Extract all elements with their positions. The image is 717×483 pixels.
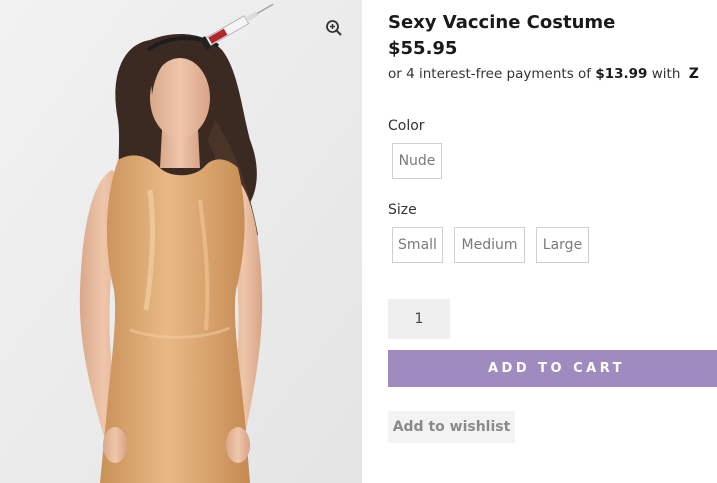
installment-prefix: or 4 interest-free payments of [388, 66, 592, 82]
installment-suffix: with [651, 66, 681, 82]
product-details: Sexy Vaccine Costume $55.95 or 4 interes… [388, 0, 717, 483]
size-option-large[interactable]: Large [536, 227, 589, 263]
payment-provider-logo[interactable]: Z [689, 66, 699, 82]
product-title: Sexy Vaccine Costume [388, 12, 616, 33]
zoom-button[interactable] [318, 12, 350, 44]
add-to-cart-button[interactable]: ADD TO CART [388, 350, 717, 387]
zoom-in-icon [326, 20, 342, 36]
model-image-illustration [0, 0, 362, 483]
quantity-input[interactable]: 1 [388, 299, 450, 339]
product-image[interactable] [0, 0, 362, 483]
color-option-nude[interactable]: Nude [392, 143, 442, 179]
product-price: $55.95 [388, 38, 458, 59]
size-option-medium[interactable]: Medium [454, 227, 525, 263]
product-page: Sexy Vaccine Costume $55.95 or 4 interes… [0, 0, 717, 483]
installment-info: or 4 interest-free payments of $13.99 wi… [388, 66, 699, 82]
color-label: Color [388, 118, 425, 134]
size-label: Size [388, 202, 417, 218]
size-option-small[interactable]: Small [392, 227, 443, 263]
installment-amount: $13.99 [595, 66, 648, 82]
add-to-wishlist-button[interactable]: Add to wishlist [388, 411, 515, 443]
